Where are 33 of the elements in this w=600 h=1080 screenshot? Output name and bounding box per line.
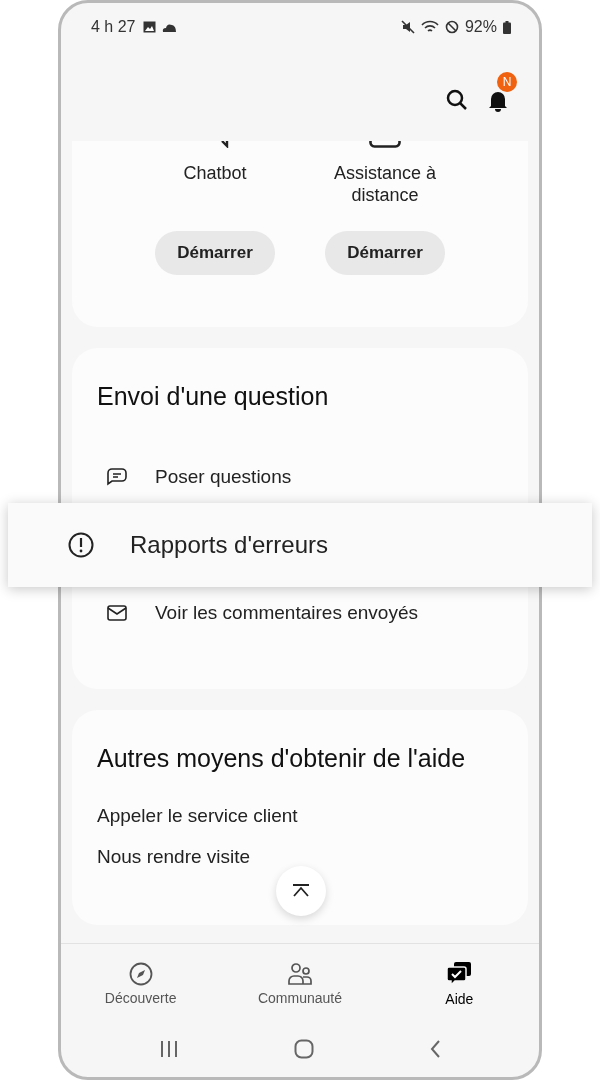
status-time: 4 h 27 <box>91 18 136 36</box>
image-icon <box>143 21 157 33</box>
compass-icon <box>128 962 153 986</box>
mail-icon <box>107 605 127 621</box>
mute-icon <box>400 20 415 34</box>
menu-item[interactable]: Voir les commentaires envoyés <box>97 587 503 639</box>
back-icon[interactable] <box>429 1039 442 1059</box>
menu-item[interactable]: Poser questions <box>97 451 503 503</box>
help-link[interactable]: Appeler le service client <box>97 795 503 836</box>
option-label: Chatbot <box>183 162 247 185</box>
help-link[interactable]: Nous rendre visite <box>97 836 503 877</box>
option-label: Assistance à distance <box>332 162 438 206</box>
start-button[interactable]: Démarrer <box>155 231 275 275</box>
highlighted-menu-item[interactable]: Rapports d'erreurs <box>8 503 592 587</box>
card-title: Envoi d'une question <box>97 382 330 411</box>
notification-badge: N <box>497 72 517 92</box>
battery-icon <box>503 20 511 34</box>
nav-tab[interactable]: Communauté <box>245 962 355 1006</box>
search-icon[interactable] <box>445 88 469 112</box>
card-title: Autres moyens d'obtenir de l'aide <box>97 744 467 773</box>
nav-tab[interactable]: Aide <box>404 961 515 1007</box>
scroll-up-icon <box>291 884 311 898</box>
wifi-icon <box>420 20 439 34</box>
people-icon <box>287 962 313 986</box>
alert-icon <box>68 532 94 558</box>
message-icon <box>107 468 127 486</box>
start-button[interactable]: Démarrer <box>325 231 445 275</box>
battery-level: 92% <box>464 18 497 36</box>
cloud-icon <box>162 22 178 32</box>
blocked-icon <box>444 20 459 34</box>
recent-apps-icon[interactable] <box>158 1040 179 1058</box>
home-icon[interactable] <box>294 1039 314 1059</box>
nav-tab[interactable]: Découverte <box>85 962 196 1006</box>
